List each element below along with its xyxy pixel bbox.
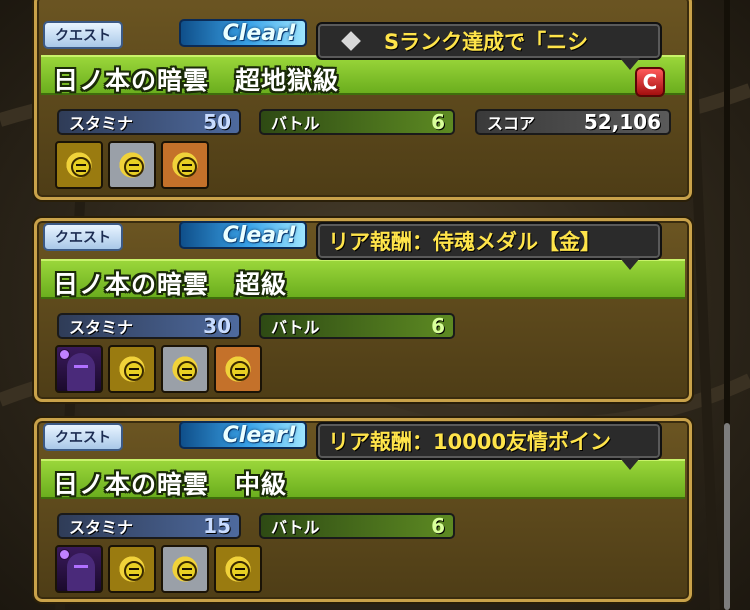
stamina-value: 50 <box>203 110 231 134</box>
tooltip-text: リア報酬：侍魂メダル【金】 <box>328 230 601 254</box>
gold-medal-icon[interactable] <box>214 545 262 593</box>
stamina-value: 15 <box>203 514 231 538</box>
bronze-medal-icon[interactable] <box>161 141 209 189</box>
battle-value: 6 <box>431 514 445 538</box>
monster-icons <box>55 345 262 393</box>
rank-c-badge: C <box>635 67 665 97</box>
quest-badge: クエスト <box>43 423 123 451</box>
bronze-medal-icon[interactable] <box>214 345 262 393</box>
tooltip-tail <box>620 58 640 70</box>
clear-badge: Clear! <box>179 421 307 449</box>
reward-tooltip: リア報酬：侍魂メダル【金】 <box>316 222 662 260</box>
diamond-icon <box>341 31 361 51</box>
score-stat: スコア 52,106 <box>475 109 671 135</box>
score-value: 52,106 <box>583 110 661 134</box>
tooltip-tail <box>620 258 640 270</box>
silver-medal-icon[interactable] <box>161 345 209 393</box>
score-label: スコア <box>487 114 536 133</box>
gold-medal-icon[interactable] <box>108 545 156 593</box>
quest-badge: クエスト <box>43 21 123 49</box>
stamina-label: スタミナ <box>69 318 134 337</box>
battle-label: バトル <box>271 318 320 337</box>
quest-title-bar: 日ノ本の暗雲 中級 <box>41 459 685 499</box>
ninja-monster-icon[interactable] <box>55 545 103 593</box>
battle-value: 6 <box>431 110 445 134</box>
gold-medal-icon[interactable] <box>55 141 103 189</box>
scrollbar-thumb[interactable] <box>724 423 730 610</box>
quest-title: 日ノ本の暗雲 超地獄級 <box>53 66 340 95</box>
tooltip-text: Sランク達成で「ニシ <box>384 30 589 54</box>
tooltip-text: リア報酬：10000友情ポイン <box>328 430 612 454</box>
gold-medal-icon[interactable] <box>108 345 156 393</box>
battle-stat: バトル 6 <box>259 313 455 339</box>
stamina-stat: スタミナ 50 <box>57 109 241 135</box>
stamina-label: スタミナ <box>69 114 134 133</box>
quest-title: 日ノ本の暗雲 超級 <box>53 270 288 299</box>
monster-icons <box>55 545 262 593</box>
stamina-stat: スタミナ 30 <box>57 313 241 339</box>
quest-title-bar: 日ノ本の暗雲 超級 <box>41 259 685 299</box>
silver-medal-icon[interactable] <box>108 141 156 189</box>
battle-label: バトル <box>271 518 320 537</box>
stamina-label: スタミナ <box>69 518 134 537</box>
ninja-monster-icon[interactable] <box>55 345 103 393</box>
battle-stat: バトル 6 <box>259 513 455 539</box>
battle-stat: バトル 6 <box>259 109 455 135</box>
quest-badge: クエスト <box>43 223 123 251</box>
stamina-stat: スタミナ 15 <box>57 513 241 539</box>
battle-label: バトル <box>271 114 320 133</box>
battle-value: 6 <box>431 314 445 338</box>
reward-tooltip: Sランク達成で「ニシ <box>316 22 662 60</box>
clear-badge: Clear! <box>179 19 307 47</box>
tooltip-tail <box>620 458 640 470</box>
quest-title-bar: 日ノ本の暗雲 超地獄級 <box>41 55 685 95</box>
reward-tooltip: リア報酬：10000友情ポイン <box>316 422 662 460</box>
stamina-value: 30 <box>203 314 231 338</box>
silver-medal-icon[interactable] <box>161 545 209 593</box>
quest-title: 日ノ本の暗雲 中級 <box>53 470 288 499</box>
clear-badge: Clear! <box>179 221 307 249</box>
monster-icons <box>55 141 209 189</box>
